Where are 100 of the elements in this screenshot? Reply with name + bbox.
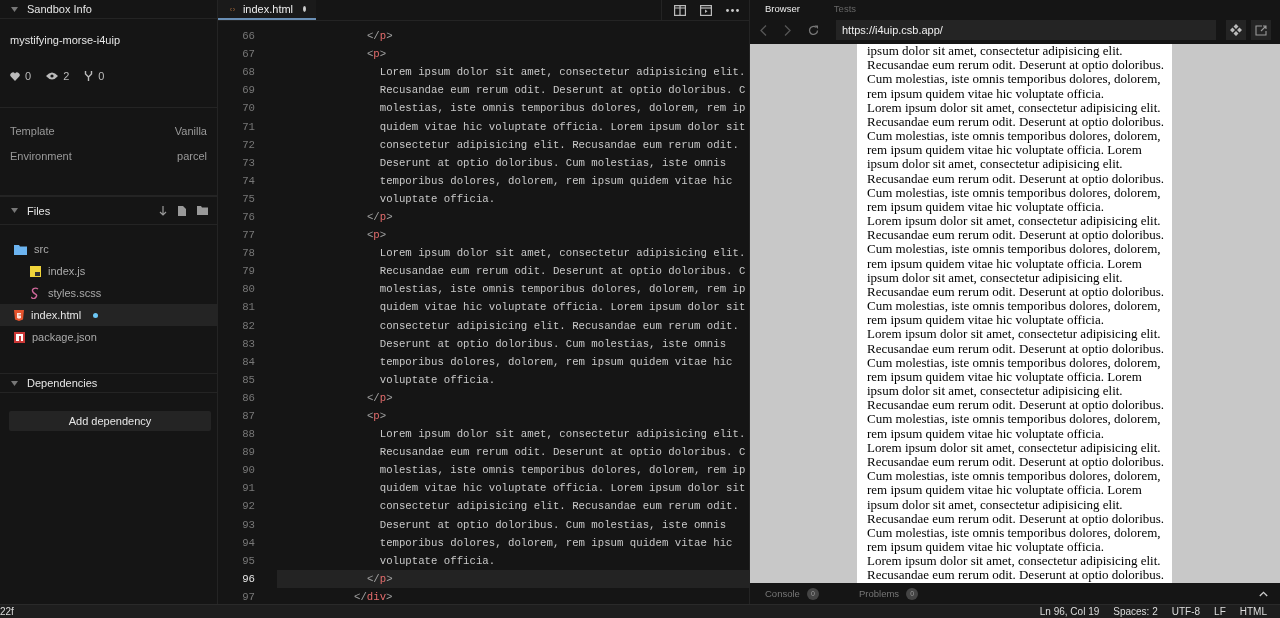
line-number: 96 <box>241 572 256 585</box>
file-tree-item[interactable]: styles.scss <box>0 282 217 304</box>
package-file-icon <box>14 331 25 343</box>
preview-text-line: rem ipsum quidem vitae hic voluptate officia. Lorem <box>867 483 1143 498</box>
code-line: consectetur adipisicing elit. Recusandae eum rerum odit. <box>379 500 739 513</box>
split-view-icon[interactable] <box>674 4 686 16</box>
code-line: voluptate officia. <box>379 373 496 386</box>
dependencies-header[interactable]: Dependencies <box>0 374 217 393</box>
line-number: 72 <box>241 138 256 151</box>
line-number: 76 <box>241 211 256 223</box>
code-line: Recusandae eum rerum odit. Deserunt at optio doloribus. C <box>379 84 746 97</box>
status-item[interactable]: Spaces: 2 <box>1113 606 1158 617</box>
code-line: quidem vitae hic voluptate officia. Lorem ipsum dolor sit <box>379 301 746 314</box>
url-field[interactable]: https://i4uip.csb.app/ <box>836 20 1216 40</box>
files-header[interactable]: Files <box>11 204 51 217</box>
code-line: <p> <box>366 229 387 242</box>
preview-text-line: rem ipsum quidem vitae hic voluptate officia. Lorem <box>867 369 1142 385</box>
folder-icon <box>14 243 27 255</box>
code-line: quidem vitae hic voluptate officia. Lorem ipsum dolor sit <box>379 482 746 495</box>
code-line: Lorem ipsum dolor sit amet, consectetur adipisicing elit. <box>379 66 746 79</box>
open-external-button[interactable] <box>1251 20 1271 40</box>
caret-icon <box>11 380 18 386</box>
line-number: 78 <box>241 247 256 260</box>
codesandbox-button[interactable] <box>1226 20 1246 40</box>
preview-icon[interactable] <box>700 4 712 16</box>
line-number: 70 <box>241 102 256 115</box>
code-line: voluptate officia. <box>379 554 496 567</box>
preview-text-line: rem ipsum quidem vitae hic voluptate officia. <box>867 426 1105 441</box>
code-line: Recusandae eum rerum odit. Deserunt at optio doloribus. C <box>379 446 746 459</box>
line-number: 86 <box>241 391 256 404</box>
line-number: 87 <box>241 410 256 422</box>
preview-text-line: ipsum dolor sit amet, consectetur adipisicing elit. <box>867 44 1124 59</box>
preview-text-line: rem ipsum quidem vitae hic voluptate officia. <box>867 540 1105 555</box>
status-item[interactable]: LF <box>1214 606 1226 617</box>
code-line: Lorem ipsum dolor sit amet, consectetur adipisicing elit. <box>379 428 746 441</box>
line-number: 91 <box>241 482 256 495</box>
preview-text-line: Cum molestias, iste omnis temporibus dolores, dolorem, <box>867 525 1162 540</box>
preview-text-line: rem ipsum quidem vitae hic voluptate officia. <box>867 313 1105 328</box>
external-link-icon <box>1255 24 1267 36</box>
code-line: Deserunt at optio doloribus. Cum molestias, iste omnis <box>379 337 727 350</box>
code-line: </p> <box>366 572 393 585</box>
status-text: 22f <box>0 606 14 617</box>
line-number: 90 <box>241 464 256 477</box>
code-line: temporibus dolores, dolorem, rem ipsum quidem vitae hic <box>379 174 733 187</box>
line-number: 67 <box>241 48 256 61</box>
code-line: molestias, iste omnis temporibus dolores, dolorem, rem ip <box>379 464 746 477</box>
code-line: consectetur adipisicing elit. Recusandae eum rerum odit. <box>379 319 739 332</box>
code-line: </p> <box>366 391 393 404</box>
sass-file-icon <box>30 287 41 299</box>
detail-label: Template <box>10 125 55 139</box>
code-line: </div> <box>354 590 393 603</box>
preview-text-line: Cum molestias, iste omnis temporibus dolores, dolorem, <box>867 355 1162 370</box>
fork-icon <box>84 71 94 81</box>
code-line: Deserunt at optio doloribus. Cum molestias, iste omnis <box>379 518 727 531</box>
code-icon <box>230 5 235 13</box>
line-number: 95 <box>241 554 256 567</box>
code-line: temporibus dolores, dolorem, rem ipsum quidem vitae hic <box>379 355 733 368</box>
sandbox-info-header[interactable]: Sandbox Info <box>0 0 217 19</box>
diamond-grid-icon <box>1230 24 1242 36</box>
chevron-up-icon[interactable] <box>1259 590 1268 597</box>
preview-text-line: Cum molestias, iste omnis temporibus dolores, dolorem, <box>867 72 1162 87</box>
preview-text-line: ipsum dolor sit amet, consectetur adipisicing elit. <box>867 270 1124 285</box>
new-folder-icon[interactable] <box>197 206 208 215</box>
editor-tab[interactable]: index.html <box>218 0 316 20</box>
preview-text-line: Recusandae eum rerum odit. Deserunt at optio doloribus. <box>867 568 1166 583</box>
sandbox-name: mystifying-morse-i4uip <box>10 34 122 46</box>
preview-text-line: Recusandae eum rerum odit. Deserunt at optio doloribus. <box>867 114 1166 130</box>
preview-text-line: rem ipsum quidem vitae hic voluptate officia. Lorem <box>867 143 1143 158</box>
code-line: </p> <box>366 211 393 223</box>
file-tree-item[interactable]: index.html <box>0 304 217 326</box>
code-line: voluptate officia. <box>379 192 496 205</box>
line-number: 79 <box>241 265 256 278</box>
status-item[interactable]: Ln 96, Col 19 <box>1039 606 1100 617</box>
file-tree-item[interactable]: src <box>0 238 217 260</box>
preview-tab[interactable]: Browser <box>765 2 800 14</box>
html-file-icon <box>14 309 24 321</box>
code-line: Deserunt at optio doloribus. Cum molestias, iste omnis <box>379 156 727 169</box>
stat-count: 0 <box>25 70 32 82</box>
line-number: 74 <box>241 174 256 187</box>
detail-value: Vanilla <box>174 125 207 139</box>
more-icon[interactable] <box>726 8 739 12</box>
preview-text-line: Lorem ipsum dolor sit amet, consectetur adipisicing elit. <box>867 100 1162 115</box>
new-file-icon[interactable] <box>178 205 186 216</box>
preview-text-line: ipsum dolor sit amet, consectetur adipisicing elit. <box>867 157 1124 172</box>
line-number: 84 <box>241 355 256 368</box>
caret-icon <box>11 208 18 213</box>
reload-icon[interactable] <box>808 24 819 36</box>
file-tree-item[interactable]: package.json <box>0 326 217 348</box>
download-icon[interactable] <box>159 205 167 216</box>
file-tree-item[interactable]: index.js <box>0 260 217 282</box>
preview-text-line: rem ipsum quidem vitae hic voluptate officia. <box>867 86 1105 101</box>
line-number: 71 <box>241 120 256 133</box>
status-item[interactable]: UTF-8 <box>1171 606 1201 617</box>
line-number: 88 <box>241 428 256 441</box>
code-line: <p> <box>366 410 387 422</box>
status-item[interactable]: HTML <box>1239 606 1267 617</box>
add-dependency-button[interactable]: Add dependency <box>9 411 211 431</box>
preview-text-line: Cum molestias, iste omnis temporibus dolores, dolorem, <box>867 299 1162 314</box>
preview-text-line: Lorem ipsum dolor sit amet, consectetur adipisicing elit. <box>867 554 1162 569</box>
line-number: 83 <box>241 337 256 350</box>
